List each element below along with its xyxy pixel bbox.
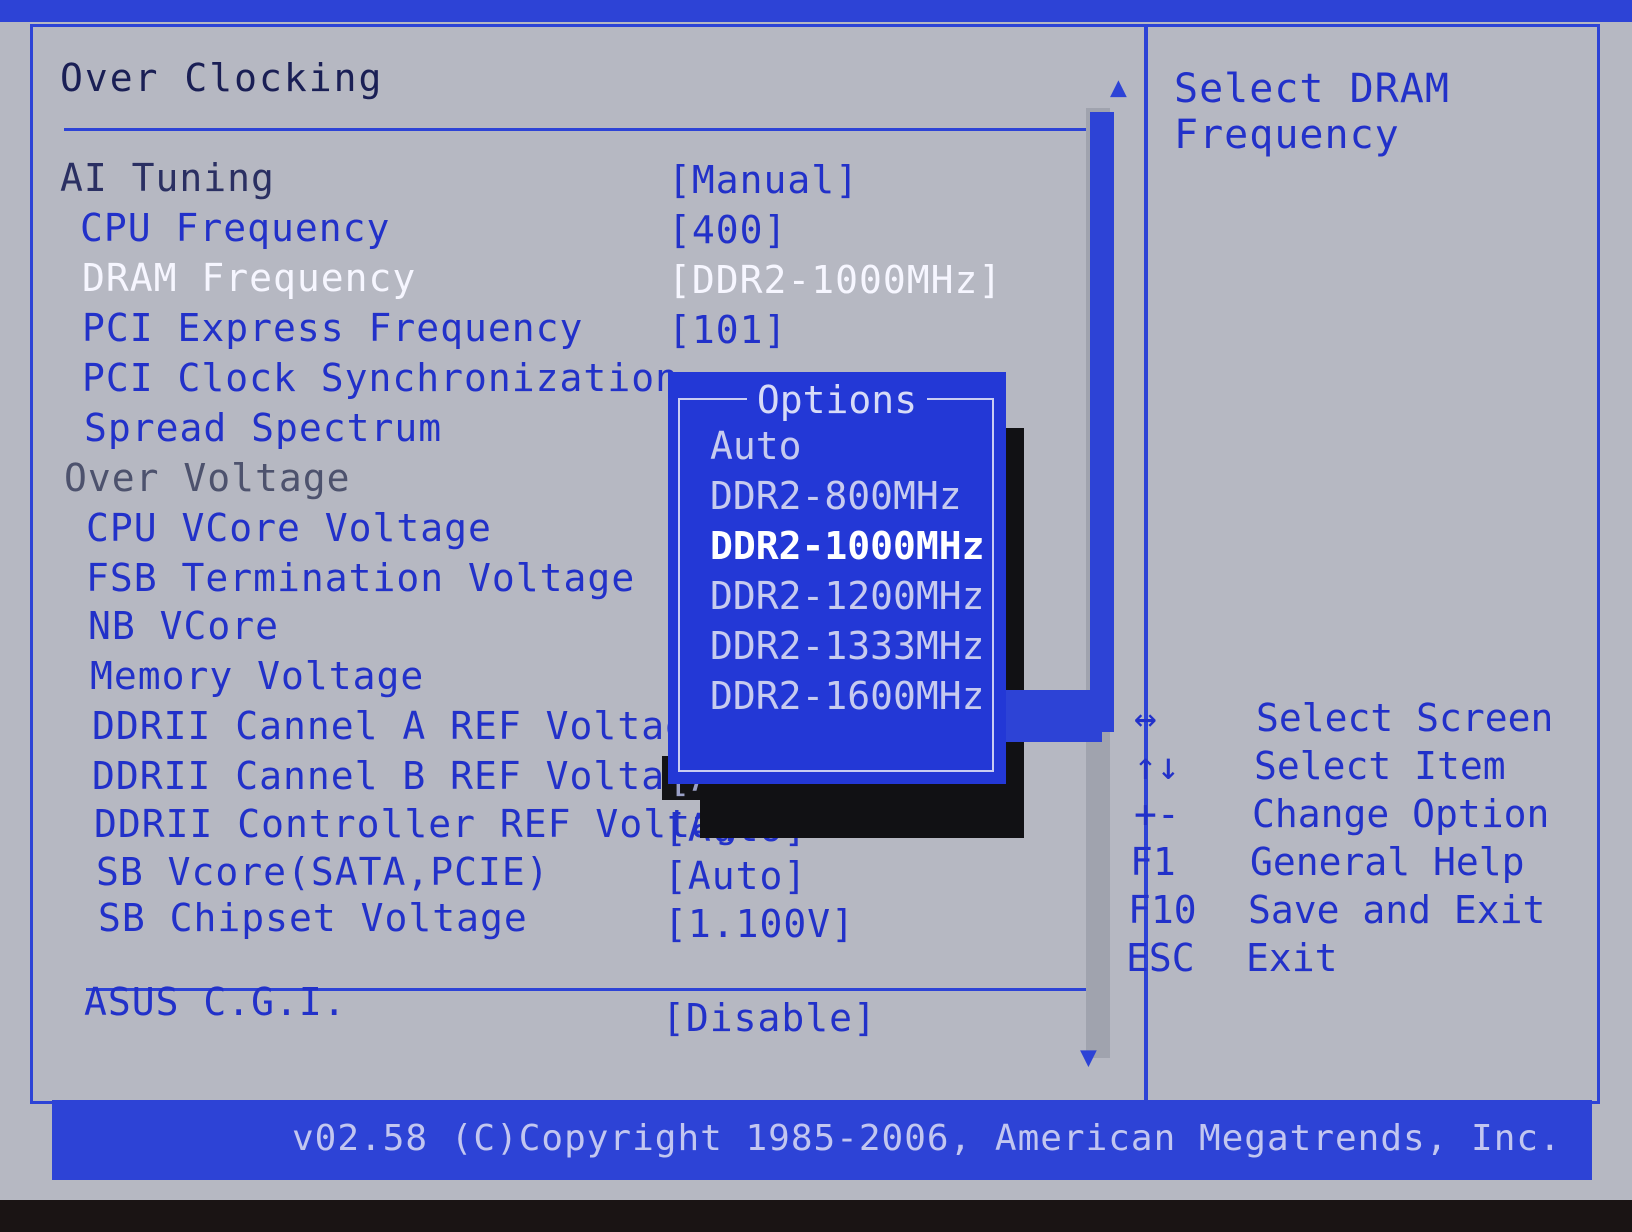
setting-label-spread-spectrum[interactable]: Spread Spectrum xyxy=(84,406,442,450)
setting-label-ddrii-controller-ref[interactable]: DDRII Controller REF Voltage xyxy=(94,802,763,846)
key-arrows-ud: ↑↓ xyxy=(1134,744,1180,788)
key-desc-change-option: Change Option xyxy=(1252,792,1550,836)
bios-screen: Over Clocking AI Tuning [Manual] CPU Fre… xyxy=(0,0,1632,1200)
scroll-down-icon[interactable]: ▼ xyxy=(1080,1040,1097,1073)
scrollbar-thumb[interactable] xyxy=(1090,112,1114,732)
key-desc-save-and-exit: Save and Exit xyxy=(1248,888,1546,932)
setting-label-asus-cgi[interactable]: ASUS C.G.I. xyxy=(84,980,347,1024)
setting-value-dram-frequency[interactable]: [DDR2-1000MHz] xyxy=(668,258,1002,302)
setting-value-ai-tuning[interactable]: [Manual] xyxy=(668,158,859,202)
setting-label-ddrii-cannel-a-ref[interactable]: DDRII Cannel A REF Voltage xyxy=(92,704,713,748)
options-popup: Options Auto DDR2-800MHz DDR2-1000MHz DD… xyxy=(668,372,1006,784)
key-desc-general-help: General Help xyxy=(1250,840,1525,884)
section-label-over-voltage: Over Voltage xyxy=(64,456,351,500)
setting-label-ai-tuning[interactable]: AI Tuning xyxy=(60,156,275,200)
setting-value-pci-express-frequency[interactable]: [101] xyxy=(668,308,787,352)
key-f10: F10 xyxy=(1128,888,1197,932)
setting-label-nb-vcore[interactable]: NB VCore xyxy=(88,604,279,648)
setting-label-sb-chipset-voltage[interactable]: SB Chipset Voltage xyxy=(98,896,528,940)
setting-value-asus-cgi[interactable]: [Disable] xyxy=(662,996,877,1040)
popup-connector xyxy=(990,690,1102,742)
setting-label-ddrii-cannel-b-ref[interactable]: DDRII Cannel B REF Voltage xyxy=(92,754,713,798)
option-ddr2-1000[interactable]: DDR2-1000MHz xyxy=(710,524,985,568)
setting-value-sb-vcore[interactable]: [Auto] xyxy=(664,854,807,898)
popup-title-text: Options xyxy=(746,378,928,422)
help-title: Select DRAM Frequency xyxy=(1174,66,1450,158)
setting-label-sb-vcore[interactable]: SB Vcore(SATA,PCIE) xyxy=(96,850,550,894)
setting-label-memory-voltage[interactable]: Memory Voltage xyxy=(90,654,424,698)
key-desc-select-screen: Select Screen xyxy=(1256,696,1554,740)
key-esc: ESC xyxy=(1126,936,1195,980)
option-ddr2-1200[interactable]: DDR2-1200MHz xyxy=(710,574,985,618)
page-title: Over Clocking xyxy=(60,56,384,100)
option-ddr2-1333[interactable]: DDR2-1333MHz xyxy=(710,624,985,668)
key-desc-select-item: Select Item xyxy=(1254,744,1506,788)
popup-title: Options xyxy=(668,378,1006,422)
key-f1: F1 xyxy=(1130,840,1176,884)
copyright-text: v02.58 (C)Copyright 1985-2006, American … xyxy=(292,1118,1562,1159)
key-plus-minus: +- xyxy=(1134,792,1180,836)
scroll-up-icon[interactable]: ▲ xyxy=(1110,70,1127,103)
key-desc-exit: Exit xyxy=(1246,936,1338,980)
setting-value-sb-chipset-voltage[interactable]: [1.100V] xyxy=(664,902,855,946)
setting-label-cpu-vcore-voltage[interactable]: CPU VCore Voltage xyxy=(86,506,492,550)
setting-label-pci-express-frequency[interactable]: PCI Express Frequency xyxy=(82,306,583,350)
title-rule xyxy=(64,128,1114,131)
setting-label-cpu-frequency[interactable]: CPU Frequency xyxy=(80,206,390,250)
option-ddr2-800[interactable]: DDR2-800MHz xyxy=(710,474,962,518)
top-strip xyxy=(0,0,1632,22)
setting-value-cpu-frequency[interactable]: [400] xyxy=(668,208,787,252)
key-arrows-lr: ↔ xyxy=(1134,696,1157,740)
footer-bar: v02.58 (C)Copyright 1985-2006, American … xyxy=(52,1100,1592,1180)
setting-label-dram-frequency[interactable]: DRAM Frequency xyxy=(82,256,416,300)
setting-label-fsb-termination-voltage[interactable]: FSB Termination Voltage xyxy=(86,556,635,600)
option-auto[interactable]: Auto xyxy=(710,424,802,468)
option-ddr2-1600[interactable]: DDR2-1600MHz xyxy=(710,674,985,718)
setting-label-pci-clock-sync[interactable]: PCI Clock Synchronization xyxy=(82,356,679,400)
